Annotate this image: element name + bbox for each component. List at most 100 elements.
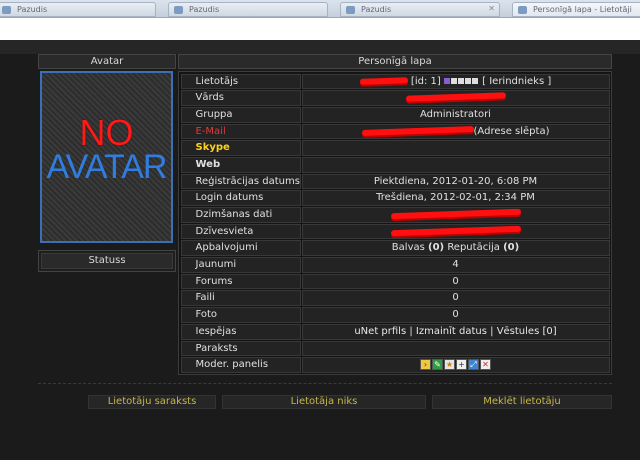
row-label-login: Login datums [180,190,301,206]
awards-count: (0) [428,242,445,254]
row-value-birth [301,207,610,223]
table-row: Paraksts [180,340,610,357]
redacted-username [359,76,408,85]
table-row: Web [180,156,610,173]
row-label-user: Lietotājs [180,73,301,90]
row-value-news[interactable]: 4 [301,257,610,273]
row-value-forums: 0 [301,273,610,290]
row-value-web [301,156,610,173]
row-value-email: (Adrese slēpta) [301,123,610,140]
separator: | [490,325,494,337]
user-id: [id: 1] [410,75,441,87]
star-icon[interactable]: ★ [444,359,455,371]
redacted-email [361,125,474,136]
unet-profile-link[interactable]: uNet prfils [354,326,406,337]
row-value-login: Trešdiena, 2012-02-01, 2:34 PM [301,190,610,206]
browser-tab-strip: Pazudis Pazudis Pazudis ✕ Personīgā lapa … [0,0,640,18]
row-label-news: Jaunumi [180,257,301,273]
avatar-header: Avatar [38,54,176,69]
table-row: E-Mail (Adrese slēpta) [180,123,610,140]
page-top-bar [0,18,640,40]
row-value-name [301,90,610,106]
table-row: Dzīvesvieta [180,223,610,240]
page-band [0,40,640,54]
link-icon[interactable]: ⤢ [468,359,479,371]
rank-square [450,77,457,84]
table-row: Moder. panelis › ✎ ★ + ⤢ ✕ [180,357,610,374]
browser-tab-active[interactable]: Personīgā lapa - Lietotāji [512,2,640,17]
row-value-user: [id: 1] [ Ierindnieks ] [301,73,610,90]
add-icon[interactable]: + [456,359,467,371]
table-row: Dzimšanas dati [180,207,610,224]
page-title: Personīgā lapa [178,54,612,69]
browser-tab[interactable]: Pazudis [168,2,328,17]
rank-square [471,77,478,84]
page-icon [518,6,527,14]
page-icon [2,6,11,14]
row-label-email: E-Mail [180,123,301,140]
row-label-files: Faili [180,290,301,307]
row-value-skype [301,140,610,156]
row-label-photo: Foto [180,307,301,323]
edit-data-link[interactable]: Izmainīt datus [416,326,487,337]
users-list-button[interactable]: Lietotāju saraksts [88,395,216,409]
row-value-moder-panel: › ✎ ★ + ⤢ ✕ [301,357,610,373]
user-rank: [ Ierindnieks ] [482,75,552,87]
moder-icon-group: › ✎ ★ + ⤢ ✕ [420,359,491,371]
table-row: Skype [180,140,610,157]
separator: | [409,325,413,337]
redacted-name [405,92,506,102]
table-row: Foto 0 [180,307,610,324]
row-value-options: uNet prfils | Izmainīt datus | Vēstules … [301,323,610,340]
row-label-moder-panel: Moder. panelis [180,357,301,373]
row-label-awards: Apbalvojumi [180,240,301,257]
table-row: Iespējas uNet prfils | Izmainīt datus | … [180,323,610,340]
row-value-residence [301,223,610,240]
row-value-group: Administratori [301,106,610,123]
delete-icon[interactable]: ✕ [480,359,491,371]
rank-square [457,77,464,84]
redacted-birth [390,208,521,220]
table-row: Jaunumi 4 [180,257,610,274]
close-icon[interactable]: ✕ [488,4,495,13]
divider [38,383,612,384]
table-row: Faili 0 [180,290,610,307]
status-label: Statuss [41,253,173,269]
row-label-options: Iespējas [180,323,301,340]
browser-tab[interactable]: Pazudis [0,2,156,17]
rank-square [443,77,450,84]
avatar-text-avatar: AVATAR [46,148,168,186]
table-row: Apbalvojumi Balvas (0) Reputācija (0) [180,240,610,257]
awards-label[interactable]: Balvas [392,242,425,253]
row-label-residence: Dzīvesvieta [180,223,301,240]
avatar-text-no: NO [79,112,134,153]
reputation-count: (0) [503,242,520,254]
page-icon [174,6,183,14]
page-icon [346,6,355,14]
row-value-registered: Piektdiena, 2012-01-20, 6:08 PM [301,173,610,190]
row-label-birth: Dzimšanas dati [180,207,301,223]
row-label-skype: Skype [180,140,301,156]
row-value-signature [301,340,610,357]
edit-icon[interactable]: ✎ [432,359,443,371]
row-label-name: Vārds [180,90,301,106]
search-user-button[interactable]: Meklēt lietotāju [432,395,612,409]
row-value-files: 0 [301,290,610,307]
table-row: Vārds [180,90,610,107]
redacted-residence [390,225,521,236]
row-label-web: Web [180,156,301,173]
rank-square [464,77,471,84]
messages-link[interactable]: Vēstules [0] [497,326,557,337]
browser-tab[interactable]: Pazudis ✕ [340,2,500,17]
arrow-icon[interactable]: › [420,359,431,371]
user-nick-button[interactable]: Lietotāja niks [222,395,426,409]
avatar: NO AVATAR [40,71,173,243]
table-row: Forums 0 [180,273,610,290]
reputation-label[interactable]: Reputācija [447,242,500,253]
status-box: Statuss [38,250,176,272]
profile-table: Lietotājs [id: 1] [ Ierindnieks ] Vārds … [178,71,612,376]
row-label-forums: Forums [180,273,301,290]
table-row: Reģistrācijas datums Piektdiena, 2012-01… [180,173,610,190]
row-label-signature: Paraksts [180,340,301,357]
table-row: Lietotājs [id: 1] [ Ierindnieks ] [180,73,610,90]
